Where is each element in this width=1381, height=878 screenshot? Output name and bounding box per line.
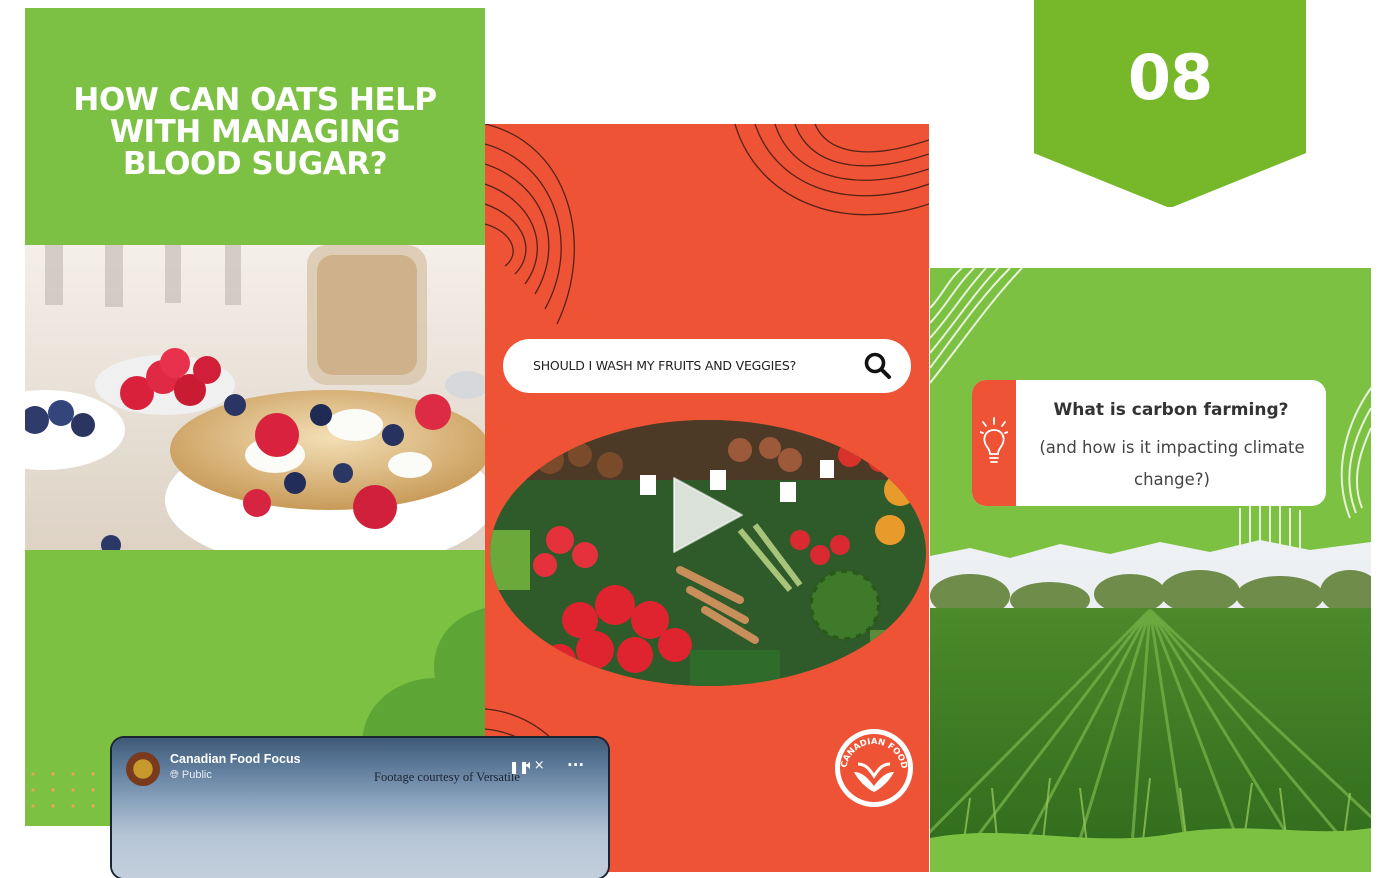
lightbulb-icon (980, 417, 1008, 463)
page-name[interactable]: Canadian Food Focus (170, 752, 301, 766)
corn-field-photo (930, 540, 1371, 872)
privacy-text: Public (181, 769, 212, 781)
facebook-video-post[interactable]: Canadian Food Focus 🌐︎ Public Footage co… (112, 738, 608, 878)
step-number: 08 (1127, 41, 1213, 114)
mute-icon[interactable]: 🔈︎× (526, 758, 545, 773)
search-icon[interactable] (863, 351, 893, 381)
question-card: What is carbon farming? (and how is it i… (972, 380, 1326, 506)
play-icon[interactable] (666, 474, 748, 556)
question-title: What is carbon farming? (1053, 400, 1289, 420)
question-subtitle: (and how is it impacting climate change?… (1039, 438, 1305, 489)
search-query: SHOULD I WASH MY FRUITS AND VEGGIES? (533, 358, 797, 373)
globe-icon: 🌐︎ (170, 769, 179, 781)
more-icon[interactable]: ··· (567, 756, 584, 774)
oats-post-card[interactable]: HOW CAN OATS HELP WITH MANAGING BLOOD SU… (25, 8, 485, 826)
privacy-label: 🌐︎ Public (170, 769, 212, 782)
search-bar[interactable]: SHOULD I WASH MY FRUITS AND VEGGIES? (503, 339, 911, 393)
canadian-food-focus-logo: CANADIAN FOOD FOCUS (834, 728, 913, 807)
carbon-farming-post-card[interactable]: What is carbon farming? (and how is it i… (930, 268, 1371, 872)
video-credit: Footage courtesy of Versatile (374, 770, 520, 784)
oats-bowl-photo (25, 245, 485, 550)
oats-card-title: HOW CAN OATS HELP WITH MANAGING BLOOD SU… (73, 82, 437, 182)
page-avatar[interactable] (126, 752, 160, 786)
